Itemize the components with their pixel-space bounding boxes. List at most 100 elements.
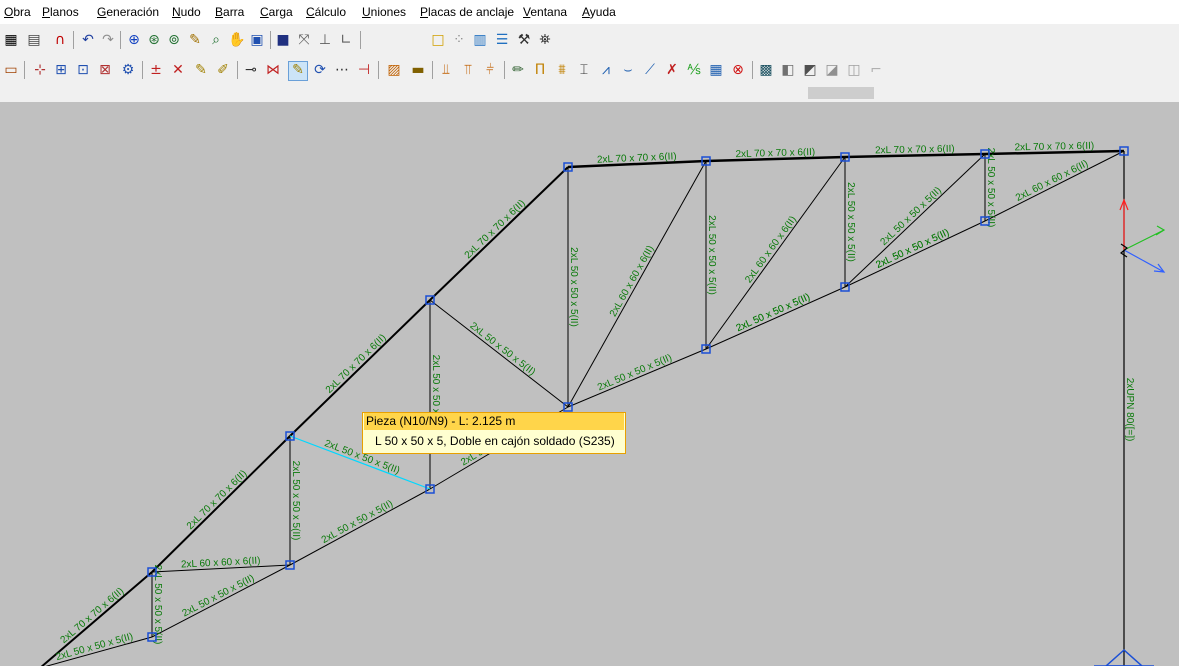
join-bar-icon[interactable]: ⋈ (265, 62, 281, 78)
truss-model[interactable]: 2xL 70 x 70 x 6(II) 2xL 70 x 70 x 6(II) 2x… (0, 102, 1179, 666)
bar-cut-icon[interactable]: ⊣ (356, 62, 372, 78)
layer-icon[interactable]: ▬ (410, 62, 426, 78)
buckling2-icon[interactable]: ⫩ (482, 62, 498, 78)
bar-b4-a6[interactable] (705, 156, 846, 350)
menu-ayuda[interactable]: Ayuda (582, 5, 616, 19)
pan-hand-icon[interactable]: ✋ (228, 32, 245, 48)
binoculars-icon[interactable]: ⛯ (537, 32, 553, 48)
bar-label: 2xL 50 x 50 x 5(II) (735, 292, 812, 335)
bar-b3-b4[interactable] (567, 348, 707, 408)
bar-a1-a2[interactable] (151, 435, 291, 573)
node-edit-icon[interactable]: ⚙ (120, 62, 136, 78)
bar-pencil-icon[interactable]: ✎ (193, 62, 209, 78)
toolbar-separator (270, 31, 271, 49)
label-icon[interactable]: ▭ (3, 62, 19, 78)
beam-icon[interactable]: ⌶ (576, 62, 592, 78)
pencil-icon[interactable]: ✏ (510, 62, 526, 78)
tooltip-detail: L 50 x 50 x 5, Doble en cajón soldado (S… (375, 434, 615, 448)
node-frame-icon[interactable]: ⊞ (53, 62, 69, 78)
select-pencil-icon[interactable]: ✎ (187, 32, 203, 48)
grid-points-icon[interactable]: ⁘ (451, 32, 467, 48)
rotate-bar-icon[interactable]: ⟳ (312, 62, 328, 78)
cross-check-icon[interactable]: ✗ (664, 62, 680, 78)
axis-z-arrow (1155, 225, 1166, 236)
close-red-icon[interactable]: ⊗ (730, 62, 746, 78)
new-node-icon[interactable]: ⊹ (32, 62, 48, 78)
bar-b0-b1[interactable] (151, 564, 291, 638)
bar-describe-icon[interactable]: ✐ (215, 62, 231, 78)
cable-icon[interactable]: ⌣ (620, 62, 636, 78)
bar-label: 2xL 60 x 60 x 6(II) (743, 214, 799, 285)
table-icon[interactable]: ▦ (708, 62, 724, 78)
panel-icon[interactable]: ◧ (780, 62, 796, 78)
bar-a3-a4[interactable] (429, 166, 569, 301)
add-bar-icon[interactable]: ± (148, 62, 164, 78)
toolbar-separator (752, 61, 753, 79)
layers-icon[interactable]: ▥ (472, 32, 488, 48)
list-icon[interactable]: ☰ (494, 32, 510, 48)
axis-icon[interactable]: ⤧ (296, 32, 312, 48)
bar-label: 2xL 50 x 50 x 5(II) (320, 498, 395, 546)
node-delete-icon[interactable]: ⊠ (97, 62, 113, 78)
bar-b5-b6[interactable] (844, 220, 986, 288)
plate-icon[interactable]: ▩ (758, 62, 774, 78)
bar-label: 2xL 70 x 70 x 6(II) (735, 147, 815, 160)
horizontal-scrollbar[interactable] (0, 84, 1179, 103)
toolbar-separator (120, 31, 121, 49)
search-icon[interactable]: ⌕ (208, 32, 224, 48)
panel-edit-icon[interactable]: ◩ (802, 62, 818, 78)
bar-label: 2xL 50 x 50 x 5(II) (706, 215, 717, 295)
edit-bar-icon[interactable]: ✎ (288, 61, 308, 81)
frame-arch-icon[interactable]: Π (532, 62, 548, 78)
truss-icon[interactable]: ⩘ (598, 62, 614, 78)
menu-placas-de-anclaje[interactable]: Placas de anclaje (420, 5, 514, 19)
coef-icon[interactable]: ⫫ (438, 62, 454, 78)
check-icon[interactable]: ⟋ (642, 62, 658, 78)
zoom-icon[interactable]: ⊚ (166, 32, 182, 48)
delete-bar-icon[interactable]: ✕ (170, 62, 186, 78)
redo-icon[interactable]: ↷ (100, 32, 116, 48)
frame-icon[interactable]: □ (430, 32, 446, 48)
zoom-window-icon[interactable]: ⊕ (126, 32, 142, 48)
bar-label: 2xL 70 x 70 x 6(II) (324, 332, 389, 395)
bar-label: 2xL 70 x 70 x 6(II) (463, 198, 528, 261)
export-icon[interactable]: ▦ (3, 32, 19, 48)
bar-label: 2xL 50 x 50 x 5(II) (181, 573, 257, 620)
grid-icon[interactable]: ▤ (26, 32, 42, 48)
redraw-icon[interactable]: ▣ (249, 32, 265, 48)
node-select-icon[interactable]: ⊡ (75, 62, 91, 78)
scrollbar-thumb[interactable] (808, 87, 874, 99)
split-bar-icon[interactable]: ⊸ (243, 62, 259, 78)
menu-ventana[interactable]: Ventana (523, 5, 567, 19)
menu-uniones[interactable]: Uniones (362, 5, 406, 19)
bar-label: 2xL 50 x 50 x 5(II) (468, 320, 538, 378)
drawing-canvas[interactable]: 2xL 70 x 70 x 6(II) 2xL 70 x 70 x 6(II) 2x… (0, 102, 1179, 666)
toolbar-separator (73, 31, 74, 49)
panel-copy-icon[interactable]: ◪ (824, 62, 840, 78)
bar-extend-icon[interactable]: ⋯ (334, 62, 350, 78)
menu-obra[interactable]: Obra (4, 5, 31, 19)
chart-icon[interactable]: ∟ (338, 32, 354, 48)
bars-icon[interactable]: ⩩ (554, 62, 570, 78)
undo-icon[interactable]: ↶ (80, 32, 96, 48)
menu-carga[interactable]: Carga (260, 5, 293, 19)
buckling-icon[interactable]: ⫪ (460, 62, 476, 78)
percent-icon[interactable]: ⅍ (686, 62, 702, 78)
menu-planos[interactable]: Planos (42, 5, 79, 19)
menu-calculo[interactable]: Cálculo (306, 5, 346, 19)
bar-b6-a8[interactable] (984, 150, 1125, 222)
bar-label: 2xL 50 x 50 x 5(II) (596, 352, 674, 393)
bar-b5-a7[interactable] (844, 153, 986, 288)
panel-delete-icon[interactable]: ⌐ (868, 62, 884, 78)
menu-generacion[interactable]: Generación (97, 5, 159, 19)
zoom-all-icon[interactable]: ⊛ (146, 32, 162, 48)
support-icon[interactable]: ⊥ (317, 32, 333, 48)
group-icon[interactable]: ▨ (386, 62, 402, 78)
tools-icon[interactable]: ⚒ (516, 32, 532, 48)
view-3d-icon[interactable]: ■ (275, 32, 291, 48)
menu-nudo[interactable]: Nudo (172, 5, 201, 19)
bar-b4-b5[interactable] (705, 286, 846, 350)
magnet-icon[interactable]: ∩ (52, 32, 68, 48)
menu-barra[interactable]: Barra (215, 5, 244, 19)
panel-move-icon[interactable]: ◫ (846, 62, 862, 78)
